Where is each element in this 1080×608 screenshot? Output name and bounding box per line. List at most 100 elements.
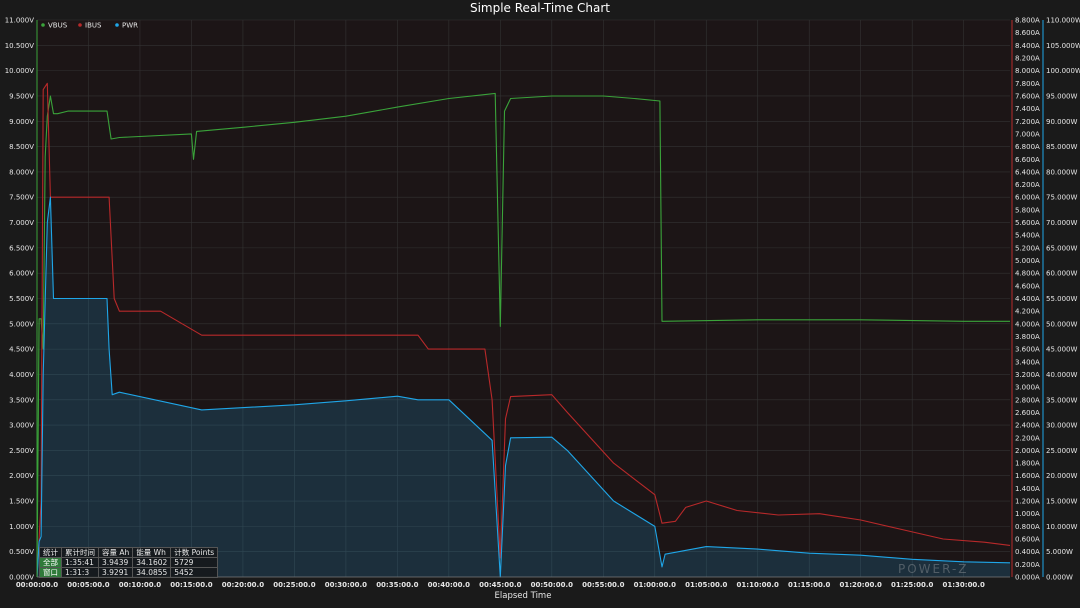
stats-header-cell: 能量 Wh xyxy=(132,547,172,558)
right-axis-current-tick-label: 6.800A xyxy=(1015,143,1040,151)
right-axis-current-tick-label: 1.800A xyxy=(1015,460,1040,468)
right-axis-current-tick-label: 7.200A xyxy=(1015,118,1040,126)
left-axis-tick-label: 1.500V xyxy=(9,498,34,506)
left-axis-tick-label: 9.500V xyxy=(9,92,34,100)
left-axis-tick-label: 5.000V xyxy=(9,320,34,328)
right-axis-current-tick-label: 8.800A xyxy=(1015,17,1040,25)
right-axis-current-tick-label: 8.600A xyxy=(1015,29,1040,37)
left-axis-tick-label: 2.000V xyxy=(9,472,34,480)
x-axis-tick-label: 00:10:00.0 xyxy=(119,581,161,589)
x-axis-tick-label: 01:00:00.0 xyxy=(634,581,676,589)
right-axis-current-tick-label: 6.000A xyxy=(1015,194,1040,202)
left-axis-tick-label: 7.500V xyxy=(9,194,34,202)
left-axis-tick-label: 6.000V xyxy=(9,270,34,278)
right-axis-power-tick-label: 30.000W xyxy=(1046,422,1077,430)
left-axis-tick-label: 8.000V xyxy=(9,168,34,176)
right-axis-power-tick-label: 110.000W xyxy=(1046,17,1080,25)
x-axis-tick-label: 00:50:00.0 xyxy=(531,581,573,589)
legend-marker-ibus xyxy=(78,23,82,27)
x-axis-tick-label: 00:00:00.0 xyxy=(16,581,58,589)
right-axis-power-tick-label: 15.000W xyxy=(1046,498,1077,506)
stats-cell: 全部 xyxy=(39,557,62,568)
right-axis-power-tick-label: 105.000W xyxy=(1046,42,1080,50)
right-axis-current-tick-label: 8.200A xyxy=(1015,54,1040,62)
left-axis-tick-label: 3.500V xyxy=(9,396,34,404)
right-axis-current-tick-label: 3.000A xyxy=(1015,384,1040,392)
right-axis-current-tick-label: 6.200A xyxy=(1015,181,1040,189)
left-axis-tick-label: 2.500V xyxy=(9,447,34,455)
real-time-chart: Simple Real-Time Chart 0.000V0.500V1.000… xyxy=(0,0,1080,608)
stats-cell: 5452 xyxy=(170,567,219,578)
x-axis-tick-label: 01:15:00.0 xyxy=(788,581,830,589)
x-axis-tick-label: 00:20:00.0 xyxy=(222,581,264,589)
right-axis-current-tick-label: 2.000A xyxy=(1015,447,1040,455)
left-axis-tick-label: 10.500V xyxy=(5,42,34,50)
right-axis-current-tick-label: 3.200A xyxy=(1015,371,1040,379)
right-axis-current-tick-label: 7.400A xyxy=(1015,105,1040,113)
right-axis-current-tick-label: 0.000A xyxy=(1015,574,1040,582)
stats-row-window: 窗口 1:31:3 3.9291 34.0855 5452 xyxy=(39,567,219,578)
x-axis-tick-label: 00:40:00.0 xyxy=(428,581,470,589)
right-axis-power-tick-label: 80.000W xyxy=(1046,168,1077,176)
right-axis-power-tick-label: 5.000W xyxy=(1046,548,1073,556)
left-axis-tick-label: 4.000V xyxy=(9,371,34,379)
watermark-logo: POWER-Z xyxy=(898,562,969,576)
stats-cell: 34.1602 xyxy=(132,557,172,568)
stats-cell: 3.9439 xyxy=(97,557,134,568)
left-axis-tick-label: 4.500V xyxy=(9,346,34,354)
right-axis-current-tick-label: 7.000A xyxy=(1015,130,1040,138)
left-axis-tick-label: 8.500V xyxy=(9,143,34,151)
right-axis-current-tick-label: 4.600A xyxy=(1015,282,1040,290)
right-axis-power-tick-label: 65.000W xyxy=(1046,244,1077,252)
x-axis-tick-label: 01:25:00.0 xyxy=(891,581,933,589)
left-axis-tick-label: 6.500V xyxy=(9,244,34,252)
right-axis-power-tick-label: 70.000W xyxy=(1046,219,1077,227)
right-axis-current-tick-label: 1.400A xyxy=(1015,485,1040,493)
right-axis-current-tick-label: 6.400A xyxy=(1015,168,1040,176)
right-axis-power-tick-label: 0.000W xyxy=(1046,574,1073,582)
right-axis-current-tick-label: 0.400A xyxy=(1015,548,1040,556)
legend-marker-pwr xyxy=(115,23,119,27)
right-axis-current-tick-label: 5.400A xyxy=(1015,232,1040,240)
left-axis-tick-label: 1.000V xyxy=(9,523,34,531)
right-axis-current-tick-label: 7.600A xyxy=(1015,92,1040,100)
stats-header-cell: 计数 Points xyxy=(170,547,219,558)
right-axis-power-tick-label: 20.000W xyxy=(1046,472,1077,480)
x-axis-tick-label: 00:05:00.0 xyxy=(67,581,109,589)
right-axis-current-tick-label: 7.800A xyxy=(1015,80,1040,88)
x-axis-tick-label: 00:55:00.0 xyxy=(582,581,624,589)
right-axis-current-tick-label: 6.600A xyxy=(1015,156,1040,164)
right-axis-current-tick-label: 2.600A xyxy=(1015,409,1040,417)
right-axis-power-tick-label: 95.000W xyxy=(1046,92,1077,100)
right-axis-current-tick-label: 5.600A xyxy=(1015,219,1040,227)
x-axis-tick-label: 01:30:00.0 xyxy=(942,581,984,589)
right-axis-current-tick-label: 3.800A xyxy=(1015,333,1040,341)
x-axis-tick-label: 00:30:00.0 xyxy=(325,581,367,589)
left-axis-tick-label: 3.000V xyxy=(9,422,34,430)
right-axis-power-tick-label: 35.000W xyxy=(1046,396,1077,404)
right-axis-current-tick-label: 3.400A xyxy=(1015,358,1040,366)
x-axis-tick-label: 01:05:00.0 xyxy=(685,581,727,589)
right-axis-power-tick-label: 85.000W xyxy=(1046,143,1077,151)
stats-table: 统计 累计时间 容量 Ah 能量 Wh 计数 Points 全部 1:35:41… xyxy=(39,547,219,578)
legend-label-ibus: IBUS xyxy=(85,22,102,30)
right-axis-current-tick-label: 1.000A xyxy=(1015,510,1040,518)
right-axis-power-tick-label: 50.000W xyxy=(1046,320,1077,328)
legend: VBUS IBUS PWR xyxy=(41,22,138,30)
stats-cell: 5729 xyxy=(170,557,219,568)
right-axis-power-tick-label: 100.000W xyxy=(1046,67,1080,75)
right-axis-current-tick-label: 2.200A xyxy=(1015,434,1040,442)
right-axis-current-tick-label: 4.000A xyxy=(1015,320,1040,328)
stats-cell: 1:35:41 xyxy=(61,557,99,568)
right-axis-power-tick-label: 60.000W xyxy=(1046,270,1077,278)
right-axis-power-tick-label: 10.000W xyxy=(1046,523,1077,531)
chart-title: Simple Real-Time Chart xyxy=(470,1,610,15)
right-axis-current-tick-label: 1.600A xyxy=(1015,472,1040,480)
right-axis-current-tick-label: 4.200A xyxy=(1015,308,1040,316)
right-axis-power-tick-label: 45.000W xyxy=(1046,346,1077,354)
legend-label-vbus: VBUS xyxy=(48,22,68,30)
right-axis-current-tick-label: 0.600A xyxy=(1015,536,1040,544)
right-axis-current-tick-label: 0.200A xyxy=(1015,561,1040,569)
right-axis-current-tick-label: 2.800A xyxy=(1015,396,1040,404)
right-axis-current-tick-label: 5.200A xyxy=(1015,244,1040,252)
